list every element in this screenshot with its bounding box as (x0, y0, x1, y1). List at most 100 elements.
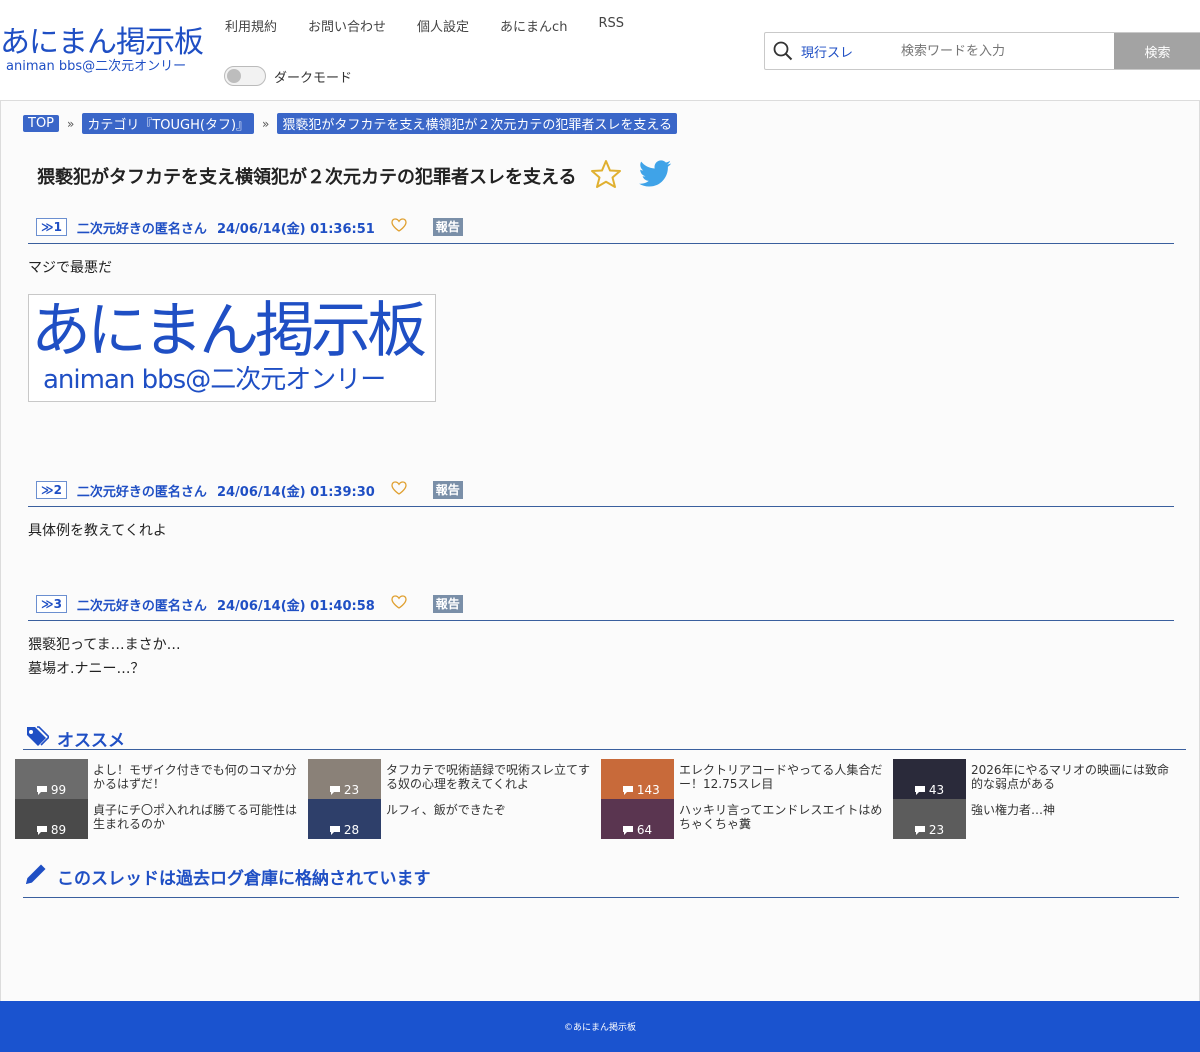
comment-icon (623, 825, 633, 835)
thread-title-row: 猥褻犯がタフカテを支え横領犯が２次元カテの犯罪者スレを支える (37, 159, 672, 193)
search-scope-select[interactable]: 現行スレ (801, 42, 899, 61)
recommend-thumbnail: 43 (893, 759, 966, 799)
nav-contact[interactable]: お問い合わせ (308, 16, 386, 35)
like-heart-icon[interactable] (391, 218, 407, 236)
post-divider (28, 620, 1174, 621)
recommend-item[interactable]: 28 ルフィ、飯ができたぞ (308, 799, 598, 839)
post-body: マジで最悪だ (28, 256, 1174, 280)
breadcrumb-separator: » (262, 116, 270, 131)
poster-name: 二次元好きの匿名さん (76, 484, 207, 500)
comment-count: 89 (37, 823, 66, 837)
recommend-item-title: 2026年にやるマリオの映画には致命的な弱点がある (971, 763, 1170, 791)
breadcrumb-category[interactable]: カテゴリ『TOUGH(タフ)』 (82, 113, 255, 134)
recommend-thumbnail: 99 (15, 759, 88, 799)
recommend-item-title: タフカテで呪術語録で呪術スレ立てする奴の心理を教えてくれよ (386, 763, 591, 791)
comment-count-value: 28 (343, 823, 360, 837)
comment-icon (623, 785, 633, 795)
like-heart-icon[interactable] (391, 481, 407, 499)
post-header: ≫2 二次元好きの匿名さん 24/06/14(金) 01:39:30 報告 (36, 478, 1174, 502)
thread-title: 猥褻犯がタフカテを支え横領犯が２次元カテの犯罪者スレを支える (37, 167, 577, 188)
recommend-item[interactable]: 43 2026年にやるマリオの映画には致命的な弱点がある (893, 759, 1183, 799)
nav-settings[interactable]: 個人設定 (417, 16, 469, 35)
twitter-share-icon[interactable] (638, 160, 672, 192)
comment-count: 64 (623, 823, 652, 837)
favorite-star-icon[interactable] (590, 159, 622, 193)
recommend-item-title: 貞子にチ〇ポ入れれば勝てる可能性は生まれるのか (93, 803, 298, 831)
recommend-item[interactable]: 23 タフカテで呪術語録で呪術スレ立てする奴の心理を教えてくれよ (308, 759, 598, 799)
recommend-item[interactable]: 143 エレクトリアコードやってる人集合だー！12.75スレ目 (601, 759, 891, 799)
recommend-item-title: 強い権力者…神 (971, 803, 1056, 817)
recommend-thumbnail: 23 (308, 759, 381, 799)
nav-animanch[interactable]: あにまんch (500, 16, 567, 35)
site-header: あにまん掲示板 animan bbs@二次元オンリー 利用規約 お問い合わせ 個… (0, 0, 1200, 100)
dark-mode-label: ダークモード (274, 70, 353, 86)
breadcrumb-top[interactable]: TOP (23, 115, 60, 132)
pencil-icon (23, 861, 49, 892)
recommend-item[interactable]: 89 貞子にチ〇ポ入れれば勝てる可能性は生まれるのか (15, 799, 305, 839)
search-bar: 現行スレ 検索 (764, 32, 1200, 70)
poster-name: 二次元好きの匿名さん (76, 221, 207, 237)
search-button[interactable]: 検索 (1114, 33, 1200, 69)
comment-icon (37, 825, 47, 835)
breadcrumb: TOP » カテゴリ『TOUGH(タフ)』 » 猥褻犯がタフカテを支え横領犯が２… (23, 113, 678, 134)
report-button[interactable]: 報告 (432, 595, 463, 613)
post-2: ≫2 二次元好きの匿名さん 24/06/14(金) 01:39:30 報告 具体… (28, 478, 1174, 543)
post-body: 具体例を教えてくれよ (28, 519, 1174, 543)
comment-count: 28 (330, 823, 359, 837)
post-date: 24/06/14(金) 01:40:58 (216, 598, 375, 614)
post-image-logo-main: あにまん掲示板 (31, 296, 427, 366)
post-line: マジで最悪だ (28, 260, 112, 276)
post-header: ≫1 二次元好きの匿名さん 24/06/14(金) 01:36:51 報告 (36, 215, 1174, 239)
toggle-knob (227, 69, 241, 83)
poster-name: 二次元好きの匿名さん (76, 598, 207, 614)
breadcrumb-thread[interactable]: 猥褻犯がタフカテを支え横領犯が２次元カテの犯罪者スレを支える (277, 113, 678, 134)
dark-mode-control: ダークモード (224, 66, 352, 86)
comment-icon (915, 825, 925, 835)
comment-count-value: 143 (636, 783, 660, 797)
top-nav: 利用規約 お問い合わせ 個人設定 あにまんch RSS (225, 16, 655, 35)
comment-count: 23 (330, 783, 359, 797)
comment-count-value: 23 (928, 823, 945, 837)
post-line: 墓場オ.ナニー…？ (28, 661, 145, 677)
copyright: ©あにまん掲示板 (563, 1023, 636, 1033)
post-number[interactable]: ≫1 (36, 218, 67, 236)
recommend-item[interactable]: 64 ハッキリ言ってエンドレスエイトはめちゃくちゃ糞 (601, 799, 891, 839)
post-image-logo-sub: animan bbs@二次元オンリー (43, 365, 386, 395)
recommend-thumbnail: 64 (601, 799, 674, 839)
post-number[interactable]: ≫3 (36, 595, 67, 613)
post-divider (28, 243, 1174, 244)
post-line: 猥褻犯ってま…まさか… (28, 637, 181, 653)
archive-divider (23, 897, 1179, 898)
comment-count-value: 43 (928, 783, 945, 797)
search-input[interactable] (899, 42, 1113, 60)
comment-count-value: 89 (50, 823, 67, 837)
report-button[interactable]: 報告 (432, 481, 463, 499)
post-3: ≫3 二次元好きの匿名さん 24/06/14(金) 01:40:58 報告 猥褻… (28, 592, 1174, 681)
comment-icon (915, 785, 925, 795)
recommend-item[interactable]: 99 よし！モザイク付きでも何のコマか分かるはずだ！ (15, 759, 305, 799)
comment-count-value: 64 (636, 823, 653, 837)
main-content: TOP » カテゴリ『TOUGH(タフ)』 » 猥褻犯がタフカテを支え横領犯が２… (0, 100, 1200, 1002)
post-1: ≫1 二次元好きの匿名さん 24/06/14(金) 01:36:51 報告 マジ… (28, 215, 1174, 402)
comment-count: 143 (623, 783, 660, 797)
post-header: ≫3 二次元好きの匿名さん 24/06/14(金) 01:40:58 報告 (36, 592, 1174, 616)
comment-count: 99 (37, 783, 66, 797)
nav-terms[interactable]: 利用規約 (225, 16, 277, 35)
like-heart-icon[interactable] (391, 595, 407, 613)
post-divider (28, 506, 1174, 507)
breadcrumb-separator: » (67, 116, 75, 131)
nav-rss[interactable]: RSS (598, 16, 624, 35)
recommend-item[interactable]: 23 強い権力者…神 (893, 799, 1183, 839)
archive-notice: このスレッドは過去ログ倉庫に格納されています (23, 861, 431, 892)
post-image[interactable]: あにまん掲示板 animan bbs@二次元オンリー (28, 294, 436, 402)
dark-mode-toggle[interactable] (224, 66, 266, 86)
site-logo[interactable]: あにまん掲示板 animan bbs@二次元オンリー (0, 26, 204, 74)
comment-icon (330, 785, 340, 795)
post-number[interactable]: ≫2 (36, 481, 67, 499)
post-date: 24/06/14(金) 01:39:30 (216, 484, 375, 500)
search-icon (765, 41, 801, 61)
report-button[interactable]: 報告 (432, 218, 463, 236)
post-date: 24/06/14(金) 01:36:51 (216, 221, 375, 237)
recommend-item-title: よし！モザイク付きでも何のコマか分かるはずだ！ (93, 763, 297, 791)
post-body: 猥褻犯ってま…まさか… 墓場オ.ナニー…？ (28, 633, 1174, 681)
